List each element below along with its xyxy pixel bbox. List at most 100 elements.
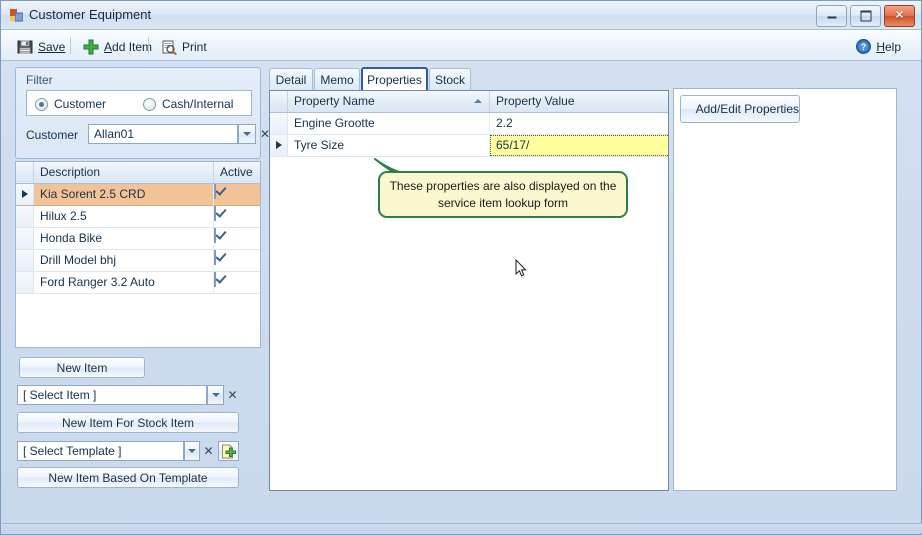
print-button[interactable]: Print [155, 35, 213, 58]
radio-cash-internal-label: Cash/Internal [162, 97, 234, 111]
new-item-button[interactable]: New Item [19, 357, 145, 378]
wand-and-pencil-icon [689, 108, 690, 110]
plus-icon [83, 39, 99, 54]
status-bar [2, 523, 922, 533]
minimize-button[interactable] [816, 5, 847, 27]
table-row[interactable]: Engine Grootte 2.2 [270, 113, 668, 135]
cell-description[interactable]: Hilux 2.5 [34, 206, 214, 227]
select-template-combo-input[interactable]: [ Select Template ] [17, 441, 184, 461]
cell-description[interactable]: Drill Model bhj [34, 250, 214, 271]
toolbar: Save Add Item Print ? Help [1, 30, 921, 61]
radio-cash-internal-indicator [143, 97, 156, 111]
cell-description[interactable]: Ford Ranger 3.2 Auto [34, 272, 214, 293]
radio-cash-internal[interactable]: Cash/Internal [143, 97, 233, 111]
save-label: Save [38, 39, 66, 54]
cell-active[interactable] [214, 206, 260, 227]
checkbox-checked-icon[interactable] [214, 250, 216, 265]
radio-customer-label: Customer [54, 97, 107, 111]
cell-active[interactable] [214, 272, 260, 293]
maximize-button[interactable] [850, 5, 881, 27]
tab-stock[interactable]: Stock [429, 68, 471, 90]
cell-description[interactable]: Kia Sorent 2.5 CRD [34, 184, 214, 205]
select-item-combo-input[interactable]: [ Select Item ] [17, 385, 207, 405]
help-icon: ? [856, 39, 872, 54]
cell-property-value[interactable]: 2.2 [490, 113, 668, 134]
add-document-icon [222, 444, 236, 458]
close-button[interactable]: ✕ [884, 5, 915, 27]
checkbox-checked-icon[interactable] [214, 272, 216, 287]
properties-grid-header: Property Name Property Value [270, 91, 668, 113]
select-item-dropdown-button[interactable] [207, 385, 224, 405]
tab-detail-label: Detail [275, 72, 307, 87]
cell-active[interactable] [214, 250, 260, 271]
checkbox-checked-icon[interactable] [214, 206, 216, 221]
tab-memo[interactable]: Memo [314, 68, 360, 90]
column-header-description[interactable]: Description [34, 162, 214, 183]
table-row[interactable]: Ford Ranger 3.2 Auto [16, 272, 260, 294]
chevron-down-icon [188, 449, 196, 453]
add-template-button[interactable] [218, 441, 239, 461]
new-item-label: New Item [56, 360, 108, 375]
checkbox-checked-icon[interactable] [214, 184, 216, 199]
print-icon [162, 40, 177, 55]
equipment-grid-body: Kia Sorent 2.5 CRD Hilux 2.5 Honda Bike Dri… [16, 184, 260, 294]
tab-memo-label: Memo [320, 72, 354, 87]
checkbox-checked-icon[interactable] [214, 228, 216, 243]
row-indicator [16, 250, 34, 271]
column-header-active[interactable]: Active [214, 162, 260, 183]
select-template-clear-button[interactable]: ✕ [200, 441, 217, 461]
add-edit-properties-label: Add/Edit Properties [695, 102, 799, 116]
svg-text:?: ? [861, 42, 867, 52]
table-row[interactable]: Hilux 2.5 [16, 206, 260, 228]
cell-property-value-editing[interactable]: 65/17/ [490, 135, 668, 156]
properties-side-panel: Add/Edit Properties [673, 88, 897, 491]
radio-customer-indicator [35, 97, 48, 111]
window-title: Customer Equipment [29, 7, 152, 22]
row-indicator-header [16, 162, 34, 183]
table-row[interactable]: Honda Bike [16, 228, 260, 250]
tab-properties[interactable]: Properties [361, 67, 428, 90]
column-header-property-name-label: Property Name [294, 94, 375, 108]
cell-property-name[interactable]: Engine Grootte [288, 113, 490, 134]
cell-active[interactable] [214, 228, 260, 249]
cell-description[interactable]: Honda Bike [34, 228, 214, 249]
table-row[interactable]: Kia Sorent 2.5 CRD [16, 184, 260, 206]
title-bar: Customer Equipment ✕ [1, 1, 921, 30]
save-icon [17, 40, 33, 53]
callout-annotation: These properties are also displayed on t… [378, 171, 628, 218]
properties-grid-body: Engine Grootte 2.2 Tyre Size 65/17/ [270, 113, 668, 157]
new-item-based-on-template-label: New Item Based On Template [48, 470, 208, 485]
column-header-property-name[interactable]: Property Name [288, 91, 490, 112]
add-item-button[interactable]: Add Item [77, 35, 158, 58]
equipment-grid-header: Description Active [16, 162, 260, 184]
new-item-for-stock-item-button[interactable]: New Item For Stock Item [17, 412, 239, 433]
customer-combo-dropdown-button[interactable] [238, 124, 256, 144]
radio-customer[interactable]: Customer [35, 97, 106, 111]
table-row[interactable]: Drill Model bhj [16, 250, 260, 272]
cell-active[interactable] [214, 184, 260, 205]
close-icon: ✕ [227, 388, 238, 402]
table-row[interactable]: Tyre Size 65/17/ [270, 135, 668, 157]
equipment-grid[interactable]: Description Active Kia Sorent 2.5 CRD Hil… [15, 161, 261, 348]
chevron-down-icon [243, 132, 251, 136]
properties-grid[interactable]: Property Name Property Value Engine Groo… [269, 90, 669, 491]
select-item-clear-button[interactable]: ✕ [224, 385, 241, 405]
select-template-dropdown-button[interactable] [184, 441, 200, 461]
save-button[interactable]: Save [11, 35, 71, 58]
filter-panel-title: Filter [26, 73, 53, 87]
cell-property-name[interactable]: Tyre Size [288, 135, 490, 156]
row-indicator [16, 272, 34, 293]
toolbar-separator-2 [148, 37, 149, 54]
column-header-property-value[interactable]: Property Value [490, 91, 668, 112]
tab-detail[interactable]: Detail [269, 68, 313, 90]
toolbar-separator-1 [70, 37, 71, 54]
help-button[interactable]: ? Help [850, 35, 907, 58]
callout-text: These properties are also displayed on t… [389, 179, 617, 210]
tab-stock-label: Stock [434, 72, 465, 87]
new-item-based-on-template-button[interactable]: New Item Based On Template [17, 467, 239, 488]
customer-combo-input[interactable]: Allan01 [88, 124, 238, 144]
row-indicator [270, 135, 288, 156]
help-label: Help [876, 39, 901, 54]
add-edit-properties-button[interactable]: Add/Edit Properties [680, 95, 800, 123]
row-indicator [16, 228, 34, 249]
